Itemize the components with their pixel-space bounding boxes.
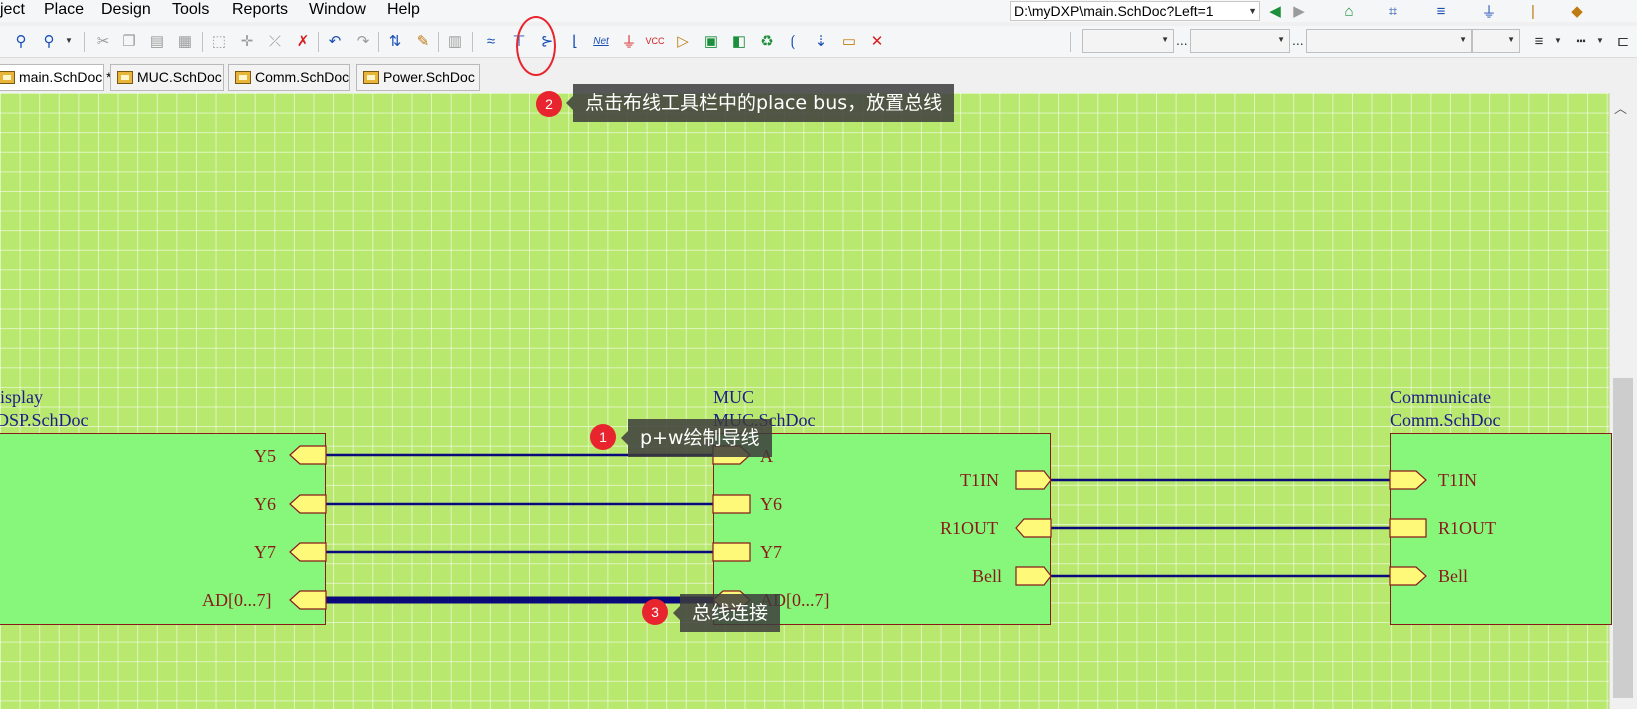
port-label-display-y7: Y7 <box>254 542 276 562</box>
port-label-muc-t1in: T1IN <box>960 470 999 490</box>
port-label-display-y6: Y6 <box>254 494 276 514</box>
sheet-entry-muc-t1in[interactable] <box>1015 470 1052 490</box>
port-label-comm-t1in: T1IN <box>1438 470 1477 490</box>
sheet-entry-comm-t1in[interactable] <box>1389 470 1427 490</box>
sheet-entry-display-y5[interactable] <box>289 445 327 465</box>
port-label-muc-y6: Y6 <box>760 494 782 514</box>
step-badge-3: 3 <box>642 599 668 625</box>
sheet-entry-muc-r1out[interactable] <box>1015 518 1052 538</box>
sheet-entry-comm-r1out[interactable] <box>1389 518 1427 538</box>
port-label-display-y5: Y5 <box>254 446 276 466</box>
sheet-entry-display-y6[interactable] <box>289 494 327 514</box>
sheet-entry-muc-y7[interactable] <box>712 542 751 562</box>
step-badge-2: 2 <box>536 91 562 117</box>
callout-step-3: 总线连接 <box>672 594 781 632</box>
sheet-entry-comm-bell[interactable] <box>1389 566 1427 586</box>
sheet-entry-display-y7[interactable] <box>289 542 327 562</box>
callout-step-2: 点击布线工具栏中的place bus，放置总线 <box>565 84 955 122</box>
port-label-muc-y7: Y7 <box>760 542 782 562</box>
port-label-muc-bell: Bell <box>972 566 1002 586</box>
callout-step-1: p+w绘制导线 <box>621 419 772 457</box>
place-bus-highlight <box>516 16 556 76</box>
port-label-display-ad: AD[0...7] <box>202 590 272 610</box>
sheet-entry-display-ad[interactable] <box>289 590 327 610</box>
step-badge-1: 1 <box>590 424 616 450</box>
sheet-entry-muc-y6[interactable] <box>712 494 751 514</box>
sheet-entry-muc-bell[interactable] <box>1015 566 1052 586</box>
port-label-comm-bell: Bell <box>1438 566 1468 586</box>
port-label-muc-r1out: R1OUT <box>940 518 998 538</box>
port-label-comm-r1out: R1OUT <box>1438 518 1496 538</box>
